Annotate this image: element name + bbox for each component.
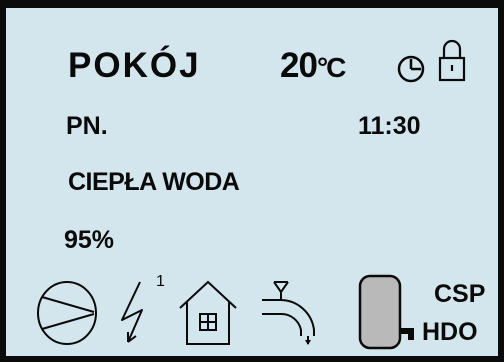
- percent-value: 95%: [64, 226, 115, 254]
- house-icon: [178, 280, 238, 346]
- lightning-icon: [118, 280, 158, 344]
- relay-number: 1: [156, 273, 165, 290]
- faucet-icon: [260, 280, 324, 346]
- csp-label: CSP: [434, 280, 486, 308]
- thermostat-display: POKÓJ 20°C PN. 11:30 CIEPŁA WODA 95% 1 C…: [6, 8, 498, 356]
- hdo-label: HDO: [422, 318, 478, 346]
- time-label: 11:30: [358, 112, 421, 140]
- room-label: POKÓJ: [68, 46, 201, 85]
- temperature-unit: °C: [316, 52, 346, 83]
- mode-label: CIEPŁA WODA: [68, 168, 240, 196]
- temperature-readout: 20°C: [280, 46, 346, 85]
- clock-icon: [396, 54, 426, 84]
- pump-icon: [36, 280, 98, 346]
- weekday-label: PN.: [66, 112, 108, 140]
- temperature-value: 20: [280, 46, 318, 85]
- lock-icon: [438, 38, 466, 84]
- tank-icon: [356, 274, 424, 350]
